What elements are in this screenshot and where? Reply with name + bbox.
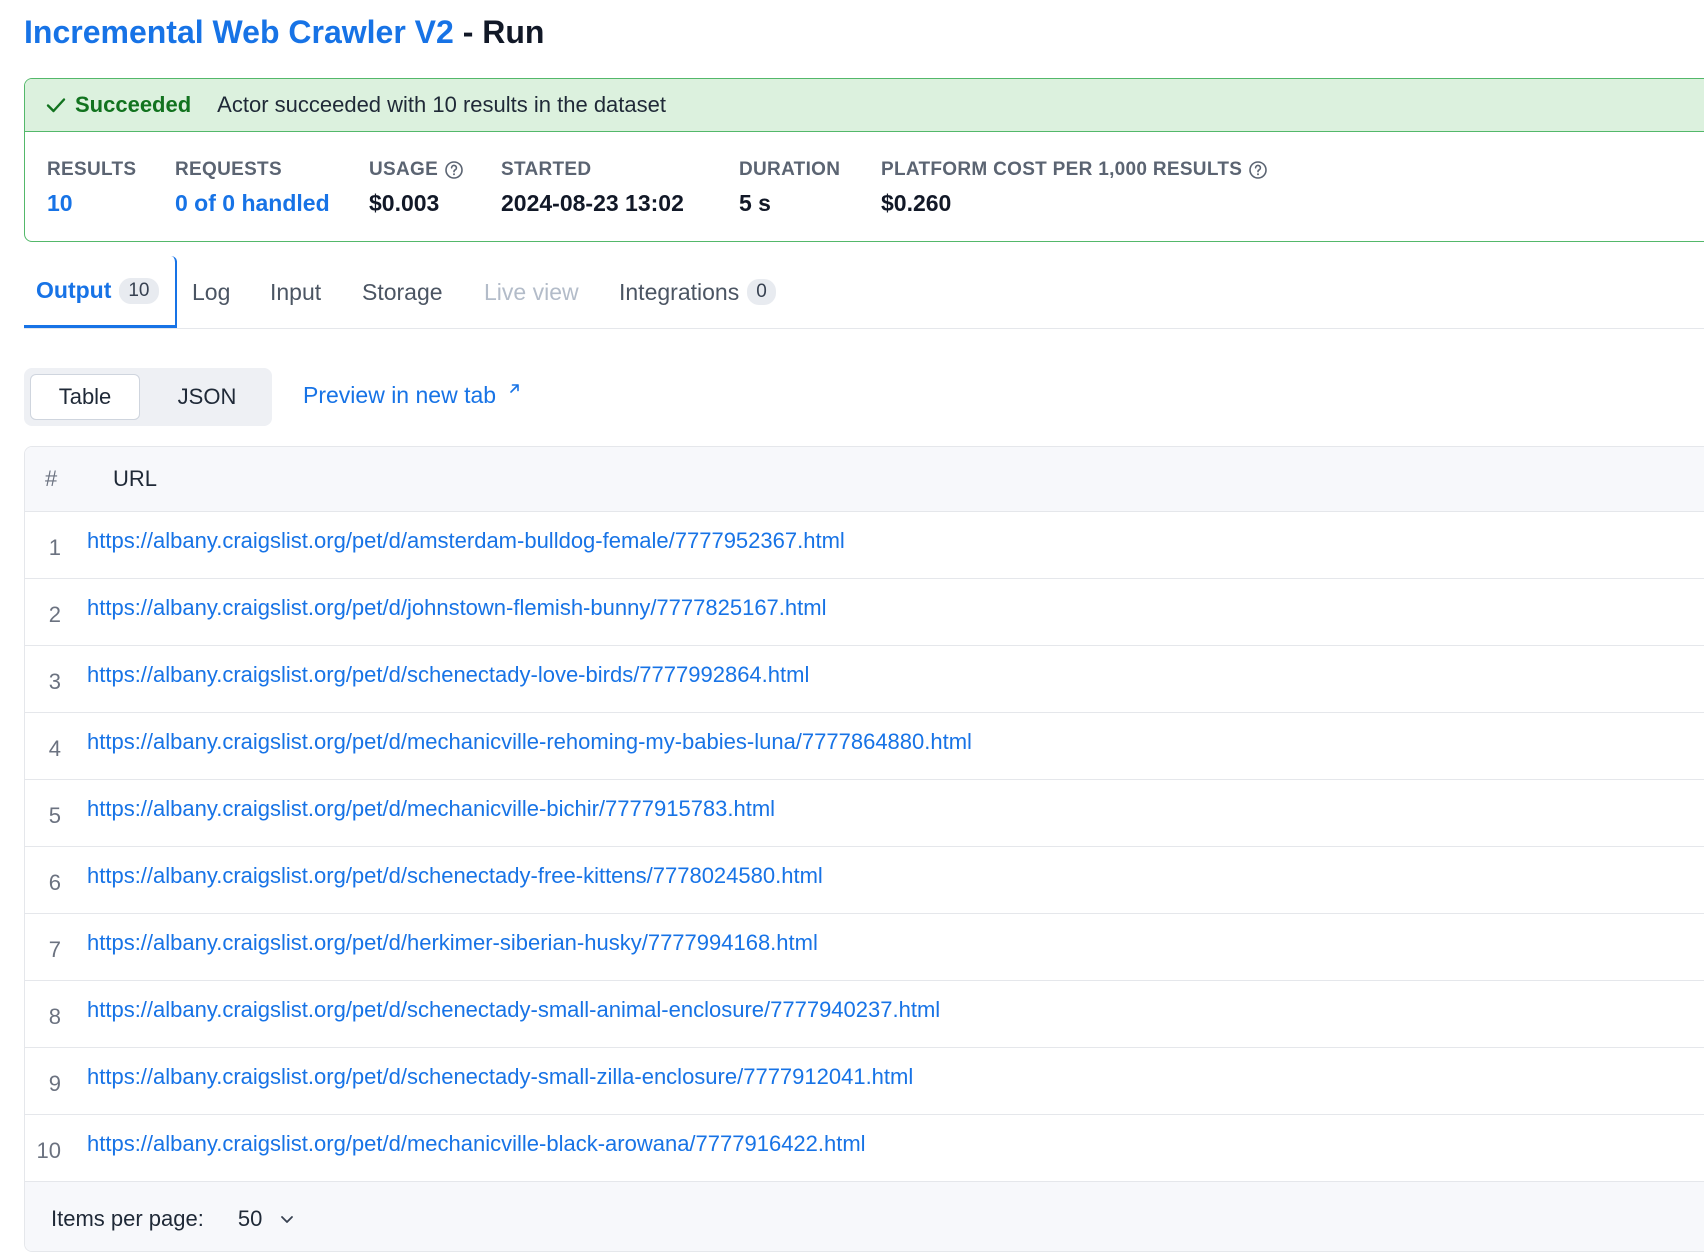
row-url-link[interactable]: https://albany.craigslist.org/pet/d/mech… bbox=[87, 796, 775, 822]
row-number: 9 bbox=[48, 1071, 61, 1096]
table-view-button[interactable]: Table bbox=[30, 374, 140, 420]
stat-started-label: STARTED bbox=[501, 159, 592, 180]
stat-cost-value: $0.260 bbox=[881, 190, 952, 216]
title-separator: - bbox=[453, 14, 483, 50]
items-per-page-label: Items per page: bbox=[51, 1206, 204, 1231]
tab-output-badge: 10 bbox=[119, 277, 159, 304]
stat-usage: USAGE $0.003 bbox=[369, 158, 464, 217]
stat-duration-label: DURATION bbox=[739, 159, 841, 180]
preview-in-new-tab-link[interactable]: Preview in new tab bbox=[303, 382, 522, 409]
table-row: 7 https://albany.craigslist.org/pet/d/her… bbox=[25, 914, 1704, 981]
stat-usage-label: USAGE bbox=[369, 159, 439, 180]
row-number: 6 bbox=[48, 870, 61, 895]
json-view-button[interactable]: JSON bbox=[150, 374, 264, 420]
stat-cost-label: PLATFORM COST PER 1,000 RESULTS bbox=[881, 159, 1243, 180]
stat-results: RESULTS 10 bbox=[47, 158, 136, 217]
tab-log-label: Log bbox=[192, 278, 231, 305]
stat-platform-cost: PLATFORM COST PER 1,000 RESULTS $0.260 bbox=[881, 158, 1268, 217]
table-row: 3 https://albany.craigslist.org/pet/d/sch… bbox=[25, 646, 1704, 713]
row-url-link[interactable]: https://albany.craigslist.org/pet/d/amst… bbox=[87, 528, 845, 554]
run-page: Incremental Web Crawler V2 - Run Succeed… bbox=[0, 0, 1704, 1258]
row-number: 5 bbox=[48, 803, 61, 828]
stat-results-value[interactable]: 10 bbox=[47, 190, 136, 217]
status-banner: Succeeded Actor succeeded with 10 result… bbox=[25, 79, 1704, 132]
table-row: 1 https://albany.craigslist.org/pet/d/ams… bbox=[25, 512, 1704, 579]
row-number: 2 bbox=[48, 602, 61, 627]
table-header: # URL bbox=[25, 447, 1704, 512]
tab-log[interactable]: Log bbox=[192, 256, 230, 328]
table-body: 1 https://albany.craigslist.org/pet/d/ams… bbox=[25, 512, 1704, 1182]
stat-started: STARTED 2024-08-23 13:02 bbox=[501, 158, 684, 217]
row-url-link[interactable]: https://albany.craigslist.org/pet/d/mech… bbox=[87, 729, 972, 755]
row-number: 4 bbox=[48, 736, 61, 761]
stat-cost-label-wrap: PLATFORM COST PER 1,000 RESULTS bbox=[881, 158, 1268, 182]
check-icon bbox=[45, 94, 67, 116]
status-message: Actor succeeded with 10 results in the d… bbox=[217, 92, 666, 117]
row-url-link[interactable]: https://albany.craigslist.org/pet/d/herk… bbox=[87, 930, 818, 956]
row-url-link[interactable]: https://albany.craigslist.org/pet/d/sche… bbox=[87, 662, 809, 688]
chevron-down-icon bbox=[278, 1210, 296, 1228]
row-number: 8 bbox=[48, 1004, 61, 1029]
tab-live-view-label: Live view bbox=[484, 278, 579, 305]
items-per-page-select[interactable]: 50 bbox=[238, 1206, 296, 1232]
row-url-link[interactable]: https://albany.craigslist.org/pet/d/john… bbox=[87, 595, 826, 621]
help-circle-icon[interactable] bbox=[1248, 160, 1268, 180]
tab-integrations-badge: 0 bbox=[747, 279, 776, 305]
tab-storage[interactable]: Storage bbox=[362, 256, 443, 328]
help-circle-icon[interactable] bbox=[444, 160, 464, 180]
results-table: # URL 1 https://albany.craigslist.org/pet… bbox=[24, 446, 1704, 1252]
status-label: Succeeded bbox=[75, 92, 192, 117]
external-link-icon bbox=[506, 381, 522, 397]
tab-integrations-label: Integrations bbox=[619, 278, 740, 305]
table-row: 8 https://albany.craigslist.org/pet/d/sch… bbox=[25, 981, 1704, 1048]
row-url-link[interactable]: https://albany.craigslist.org/pet/d/sche… bbox=[87, 863, 823, 889]
tab-input-label: Input bbox=[270, 278, 322, 305]
table-row: 6 https://albany.craigslist.org/pet/d/sch… bbox=[25, 847, 1704, 914]
stat-started-value: 2024-08-23 13:02 bbox=[501, 190, 684, 216]
title-suffix: Run bbox=[482, 14, 545, 50]
table-row: 4 https://albany.craigslist.org/pet/d/mec… bbox=[25, 713, 1704, 780]
row-url-link[interactable]: https://albany.craigslist.org/pet/d/mech… bbox=[87, 1131, 866, 1157]
page-title: Incremental Web Crawler V2 - Run bbox=[24, 10, 544, 54]
view-toggle: Table JSON bbox=[24, 368, 272, 426]
run-stats: RESULTS 10 REQUESTS 0 of 0 handled USAGE… bbox=[25, 132, 1704, 241]
column-header-url: URL bbox=[113, 466, 158, 491]
actor-name-link[interactable]: Incremental Web Crawler V2 bbox=[24, 14, 454, 50]
table-row: 2 https://albany.craigslist.org/pet/d/joh… bbox=[25, 579, 1704, 646]
stat-requests-label: REQUESTS bbox=[175, 159, 282, 180]
preview-link-label: Preview in new tab bbox=[303, 382, 497, 408]
table-row: 9 https://albany.craigslist.org/pet/d/sch… bbox=[25, 1048, 1704, 1115]
stat-usage-label-wrap: USAGE bbox=[369, 158, 464, 182]
tab-input[interactable]: Input bbox=[270, 256, 321, 328]
pagination-bar: Items per page: 50 bbox=[25, 1182, 1704, 1251]
tab-integrations[interactable]: Integrations 0 bbox=[619, 256, 776, 328]
run-tabs: Output 10 Log Input Storage Live view In… bbox=[24, 256, 1704, 329]
column-header-number: # bbox=[45, 466, 58, 491]
tab-output[interactable]: Output 10 bbox=[24, 256, 177, 328]
row-number: 3 bbox=[48, 669, 61, 694]
row-url-link[interactable]: https://albany.craigslist.org/pet/d/sche… bbox=[87, 1064, 913, 1090]
stat-usage-value: $0.003 bbox=[369, 190, 440, 216]
tab-storage-label: Storage bbox=[362, 278, 443, 305]
run-status-card: Succeeded Actor succeeded with 10 result… bbox=[24, 78, 1704, 242]
stat-duration: DURATION 5 s bbox=[739, 158, 840, 217]
table-row: 10 https://albany.craigslist.org/pet/d/me… bbox=[25, 1115, 1704, 1182]
row-number: 1 bbox=[48, 535, 61, 560]
table-row: 5 https://albany.craigslist.org/pet/d/mec… bbox=[25, 780, 1704, 847]
row-number: 10 bbox=[36, 1138, 61, 1163]
stat-requests-value[interactable]: 0 of 0 handled bbox=[175, 190, 330, 217]
stat-results-label: RESULTS bbox=[47, 159, 137, 180]
row-number: 7 bbox=[48, 937, 61, 962]
tab-live-view: Live view bbox=[484, 256, 579, 328]
stat-duration-value: 5 s bbox=[739, 190, 771, 216]
row-url-link[interactable]: https://albany.craigslist.org/pet/d/sche… bbox=[87, 997, 940, 1023]
items-per-page-value: 50 bbox=[237, 1206, 263, 1231]
stat-requests: REQUESTS 0 of 0 handled bbox=[175, 158, 330, 217]
tab-output-label: Output bbox=[36, 277, 112, 303]
